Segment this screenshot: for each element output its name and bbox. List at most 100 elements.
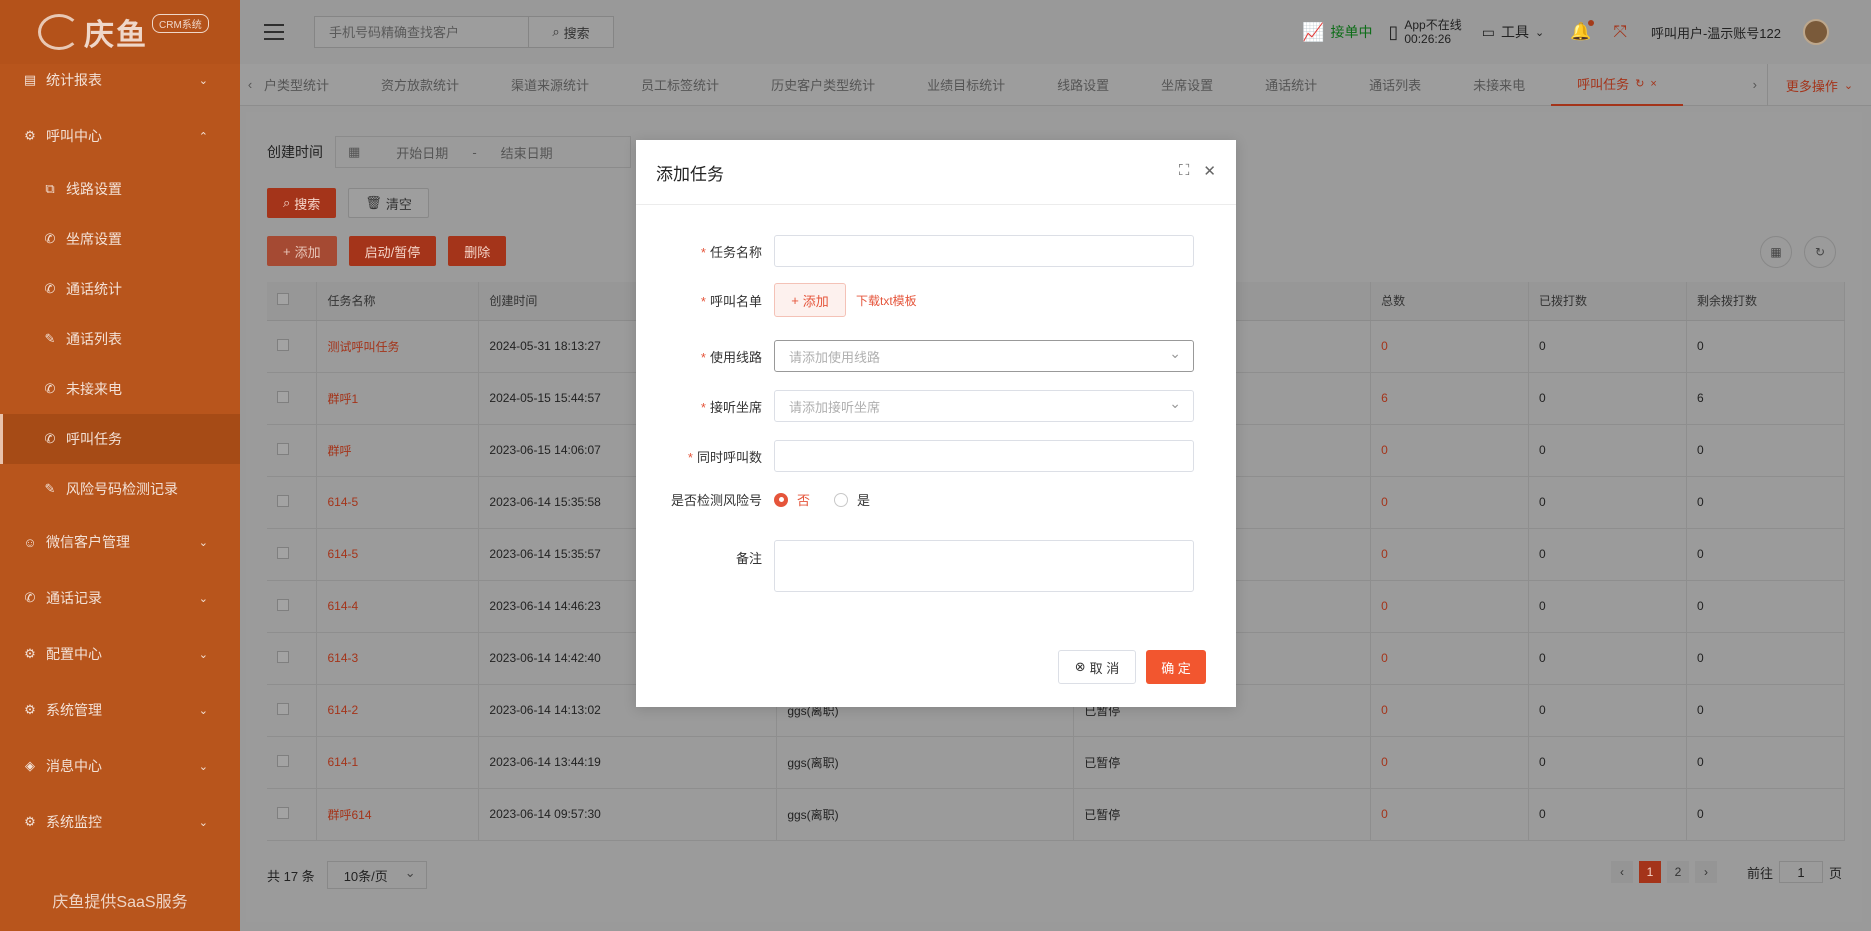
clear-button[interactable]: 🗑 清空	[348, 188, 429, 218]
field-line: * 使用线路 请添加使用线路	[636, 340, 1194, 372]
row-checkbox[interactable]	[277, 598, 289, 611]
cancel-button[interactable]: ⊗ 取 消	[1058, 650, 1136, 684]
row-checkbox[interactable]	[277, 338, 289, 351]
row-checkbox[interactable]	[277, 494, 289, 507]
tab-channel-source-stats[interactable]: 渠道来源统计	[485, 64, 615, 106]
sidebar-item-call-stats[interactable]: ✆ 通话统计	[0, 264, 240, 314]
row-checkbox[interactable]	[277, 754, 289, 767]
menu-message-center[interactable]: ◈ 消息中心 ⌄	[0, 738, 240, 794]
row-checkbox[interactable]	[277, 390, 289, 403]
tab-call-stats[interactable]: 通话统计	[1239, 64, 1343, 106]
row-checkbox[interactable]	[277, 650, 289, 663]
sidebar-item-line-settings[interactable]: ⧉ 线路设置	[0, 164, 240, 214]
start-pause-button[interactable]: 启动/暂停	[348, 236, 437, 266]
task-name-cell[interactable]: 测试呼叫任务	[316, 320, 480, 373]
phone-icon: ✆	[44, 231, 56, 246]
more-operations[interactable]: 更多操作 ⌄	[1767, 64, 1871, 106]
tab-call-list[interactable]: 通话列表	[1343, 64, 1447, 106]
menu-stats-report-item[interactable]: ▤ 统计报表 ⌄	[0, 52, 240, 108]
menu-wechat-customers[interactable]: ☺ 微信客户管理 ⌄	[0, 514, 240, 570]
menu-system-monitor[interactable]: ⚙ 系统监控 ⌄	[0, 794, 240, 850]
task-name-cell[interactable]: 群呼	[316, 424, 480, 477]
menu-config-center[interactable]: ⚙ 配置中心 ⌄	[0, 626, 240, 682]
tab-missed-calls[interactable]: 未接来电	[1447, 64, 1551, 106]
search-button[interactable]: ⌕ 搜索	[529, 16, 614, 48]
task-name-cell[interactable]: 614-4	[316, 580, 480, 633]
chevron-left-icon[interactable]: ‹	[240, 77, 260, 92]
avatar[interactable]	[1803, 19, 1829, 45]
add-button[interactable]: + 添加	[267, 236, 337, 266]
task-name-cell[interactable]: 群呼614	[316, 788, 480, 841]
prev-page-button[interactable]: ‹	[1610, 861, 1633, 883]
menu-call-records[interactable]: ✆ 通话记录 ⌄	[0, 570, 240, 626]
seat-select[interactable]: 请添加接听坐席	[774, 390, 1194, 422]
select-all-checkbox[interactable]	[277, 293, 289, 306]
table-row[interactable]: 群呼614 2023-06-14 09:57:30 ggs(离职) 已暂停 0 0 0	[267, 788, 1846, 841]
tab-call-tasks[interactable]: 呼叫任务 ↻ ×	[1551, 64, 1683, 106]
task-name-cell[interactable]: 614-1	[316, 736, 480, 789]
radio-yes[interactable]: 是	[834, 490, 870, 509]
refresh-icon[interactable]: ↻	[1635, 77, 1644, 90]
table-row[interactable]: 614-1 2023-06-14 13:44:19 ggs(离职) 已暂停 0 0 0	[267, 736, 1846, 789]
tab-customer-type-stats[interactable]: 户类型统计	[260, 64, 355, 106]
fullscreen-icon[interactable]: ⤧	[1613, 22, 1627, 42]
accepting-status[interactable]: 📈 接单中	[1302, 22, 1372, 43]
confirm-button[interactable]: 确 定	[1146, 650, 1206, 684]
field-label: * 呼叫名单	[700, 293, 762, 309]
close-icon[interactable]: ✕	[1203, 162, 1216, 180]
chevron-down-icon: ⌄	[198, 760, 208, 773]
row-checkbox[interactable]	[277, 702, 289, 715]
username[interactable]: 呼叫用户-温示账号122	[1651, 23, 1781, 42]
total-cell: 0	[1370, 476, 1530, 529]
task-name-cell[interactable]: 614-3	[316, 632, 480, 685]
remaining-cell: 6	[1686, 372, 1846, 425]
sidebar-item-missed-calls[interactable]: ✆ 未接来电	[0, 364, 240, 414]
search-input[interactable]	[314, 16, 529, 48]
sidebar-item-call-list[interactable]: ✎ 通话列表	[0, 314, 240, 364]
radio-no[interactable]: 否	[774, 490, 810, 509]
row-checkbox[interactable]	[277, 806, 289, 819]
remark-textarea[interactable]	[774, 540, 1194, 592]
goto-page-input[interactable]: 1	[1778, 861, 1823, 883]
close-icon[interactable]: ×	[1650, 78, 1656, 90]
task-name-cell[interactable]: 614-2	[316, 684, 480, 737]
next-page-button[interactable]: ›	[1694, 861, 1717, 883]
add-call-list-button[interactable]: + 添加	[774, 283, 846, 317]
task-name-input[interactable]	[774, 235, 1194, 267]
chevron-right-icon[interactable]: ›	[1753, 77, 1757, 92]
line-select[interactable]: 请添加使用线路	[774, 340, 1194, 372]
menu-system-management[interactable]: ⚙ 系统管理 ⌄	[0, 682, 240, 738]
tab-history-customer-stats[interactable]: 历史客户类型统计	[745, 64, 901, 106]
page-1-button[interactable]: 1	[1638, 861, 1661, 883]
maximize-icon[interactable]: ⛶	[1179, 162, 1190, 180]
bell-icon[interactable]: 🔔	[1570, 20, 1595, 42]
date-range-picker[interactable]: ▦ 开始日期 - 结束日期	[335, 136, 631, 168]
tab-line-settings[interactable]: 线路设置	[1031, 64, 1135, 106]
task-name-cell[interactable]: 群呼1	[316, 372, 480, 425]
row-checkbox[interactable]	[277, 442, 289, 455]
task-name-cell[interactable]: 614-5	[316, 528, 480, 581]
menu-label: 微信客户管理	[46, 534, 130, 550]
tab-funder-loan-stats[interactable]: 资方放款统计	[355, 64, 485, 106]
menu-call-center[interactable]: ⚙ 呼叫中心 ⌃	[0, 108, 240, 164]
row-checkbox[interactable]	[277, 546, 289, 559]
sidebar-item-call-tasks[interactable]: ✆ 呼叫任务	[0, 414, 240, 464]
download-template-link[interactable]: 下载txt模板	[856, 292, 917, 309]
columns-icon[interactable]: ▦	[1760, 236, 1792, 268]
concurrency-input[interactable]	[774, 440, 1194, 472]
menu-toggle-icon[interactable]	[264, 24, 284, 40]
delete-button[interactable]: 删除	[448, 236, 507, 266]
search-button[interactable]: ⌕ 搜索	[267, 188, 337, 218]
sidebar-item-seat-settings[interactable]: ✆ 坐席设置	[0, 214, 240, 264]
tab-performance-stats[interactable]: 业绩目标统计	[901, 64, 1031, 106]
sub-label: 通话列表	[66, 331, 122, 347]
page-size-select[interactable]: 10条/页	[326, 861, 427, 889]
tab-employee-tag-stats[interactable]: 员工标签统计	[615, 64, 745, 106]
refresh-icon[interactable]: ↻	[1804, 236, 1836, 268]
page-2-button[interactable]: 2	[1666, 861, 1689, 883]
sidebar-item-risk-records[interactable]: ✎ 风险号码检测记录	[0, 464, 240, 514]
tab-seat-settings[interactable]: 坐席设置	[1135, 64, 1239, 106]
tools-menu[interactable]: ▭ 工具 ⌄	[1482, 22, 1544, 42]
task-name-cell[interactable]: 614-5	[316, 476, 480, 529]
total-cell: 6	[1370, 372, 1530, 425]
